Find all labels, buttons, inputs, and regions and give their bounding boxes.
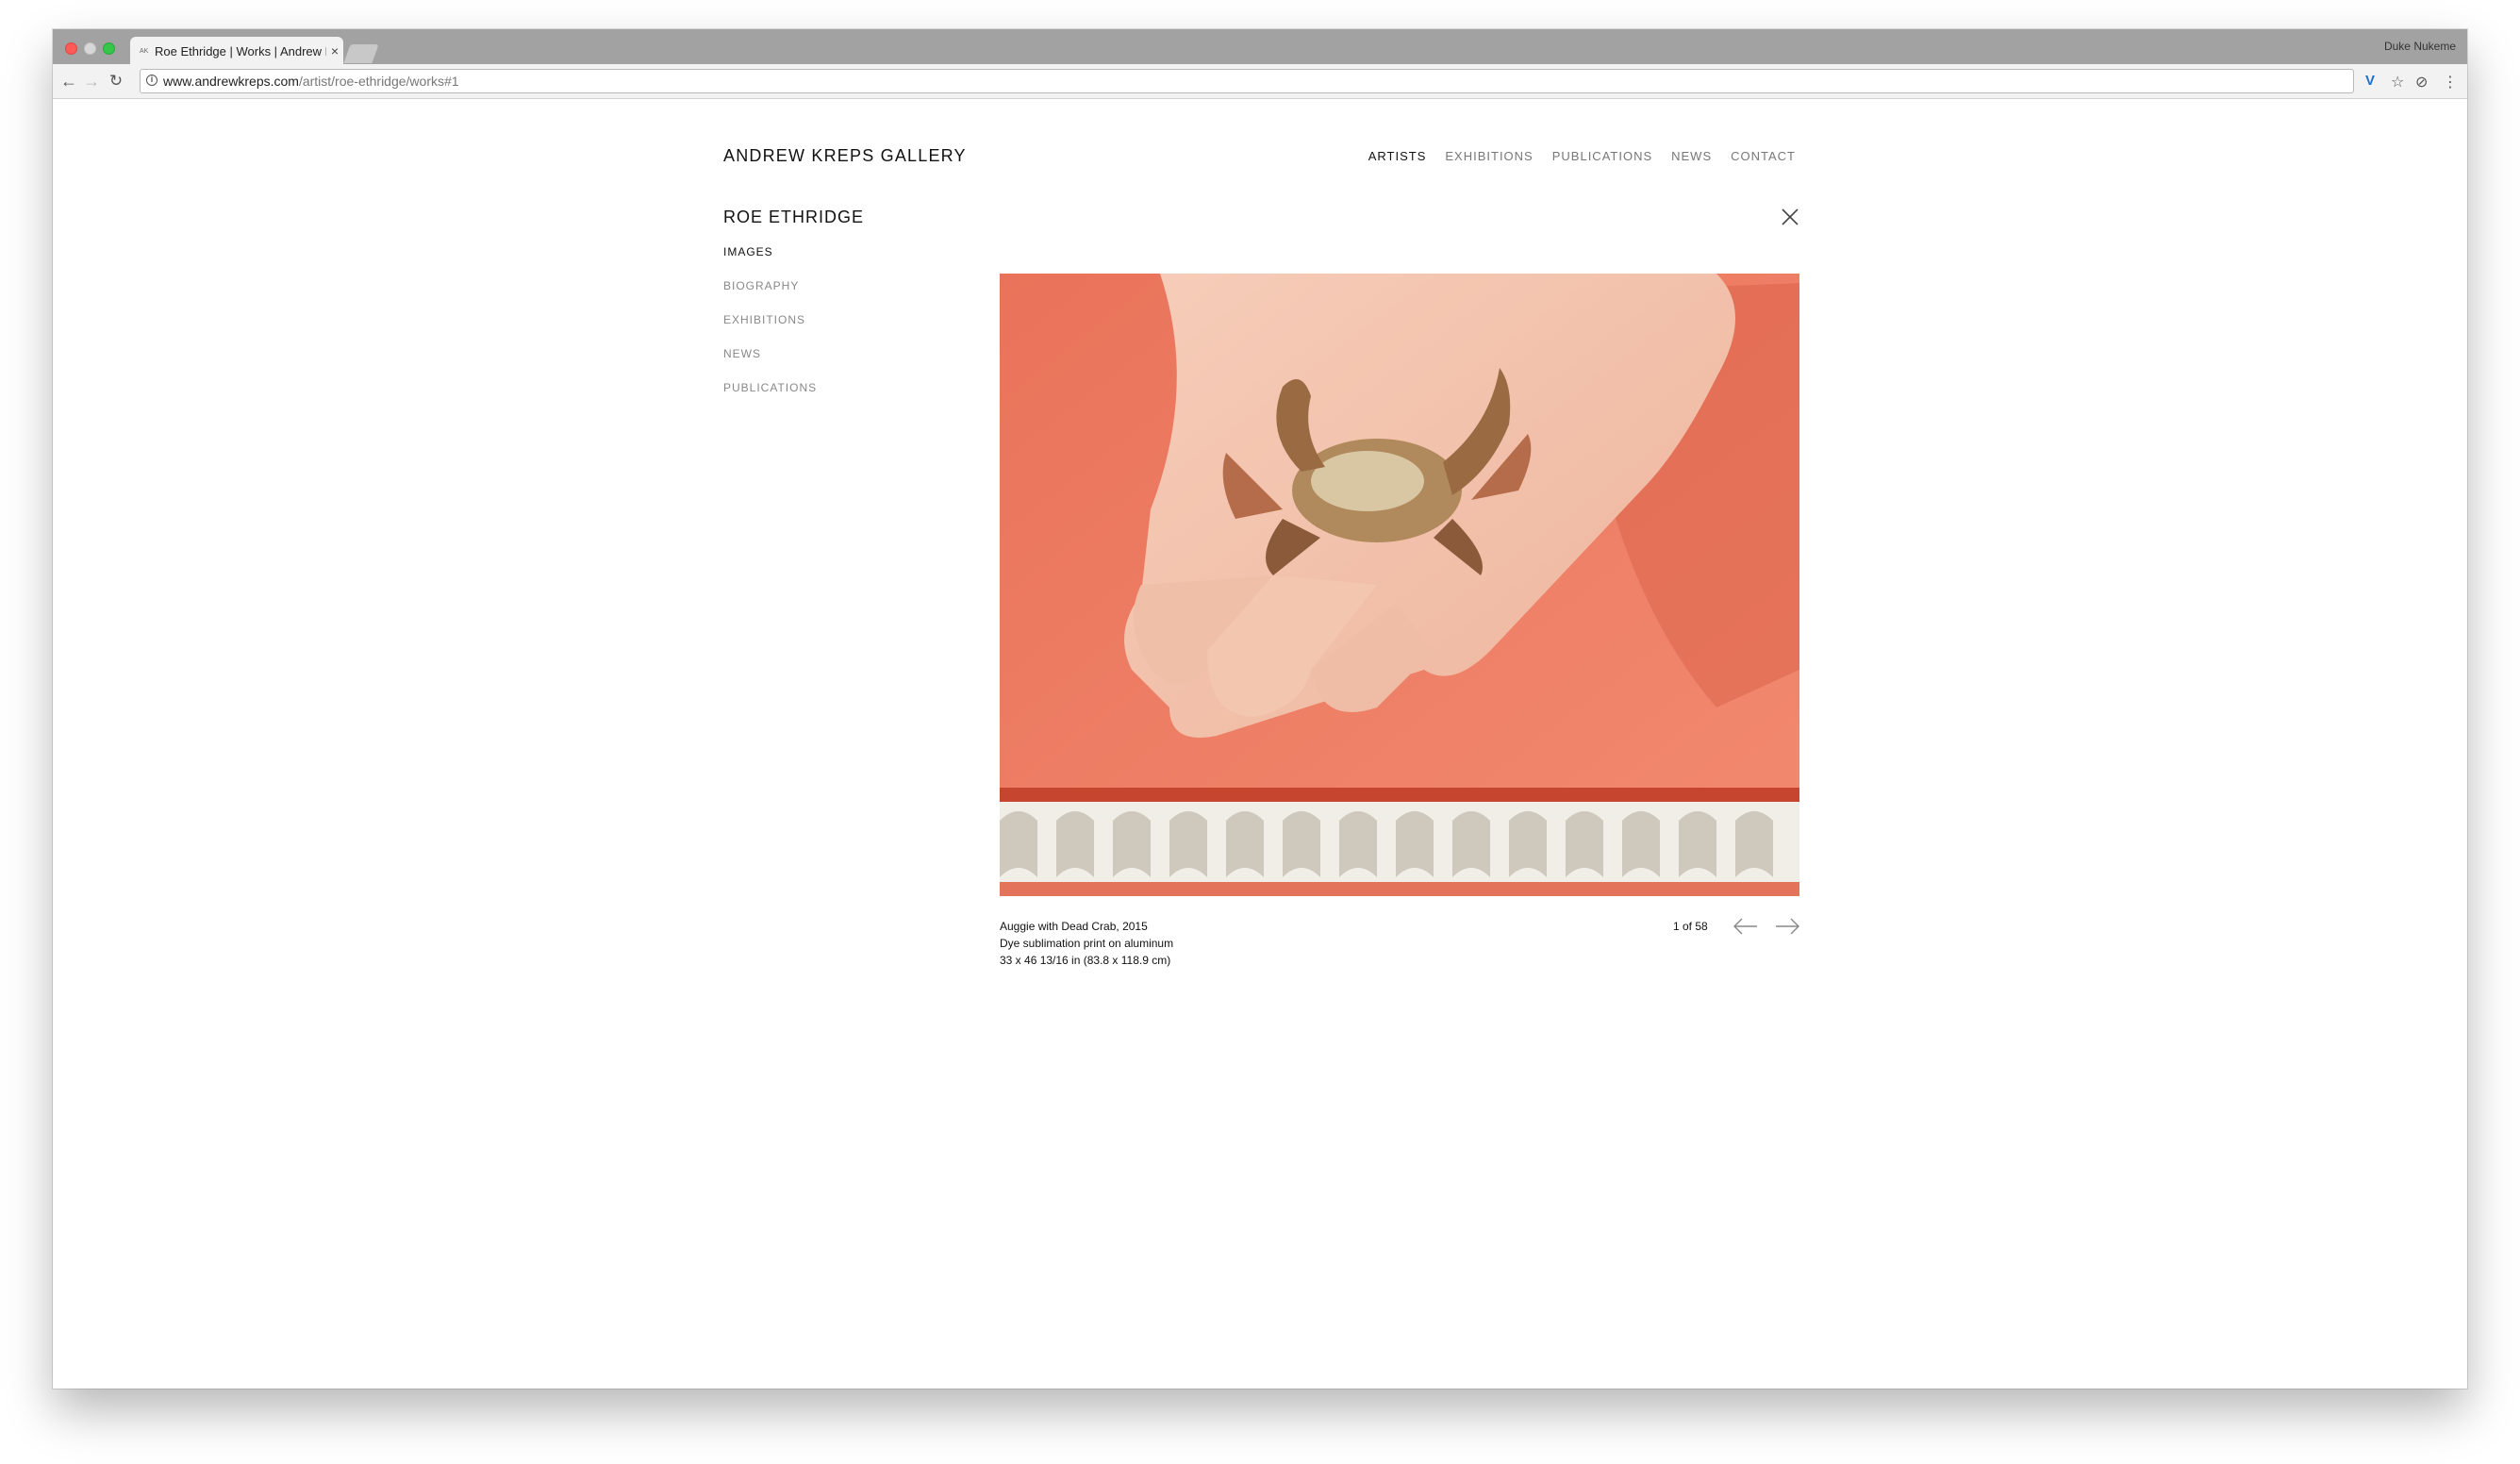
subnav-publications[interactable]: PUBLICATIONS bbox=[723, 381, 817, 415]
artwork-image[interactable] bbox=[1000, 274, 1799, 896]
tab-title: Roe Ethridge | Works | Andrew Kreps Gall… bbox=[155, 43, 326, 58]
address-bar[interactable]: i www.andrewkreps.com/artist/roe-ethridg… bbox=[140, 69, 2354, 93]
subnav-news[interactable]: NEWS bbox=[723, 347, 817, 381]
subnav-images[interactable]: IMAGES bbox=[723, 245, 817, 279]
reload-icon[interactable]: ↻ bbox=[106, 71, 126, 92]
artwork-title: Auggie with Dead Crab, 2015 bbox=[1000, 920, 1148, 933]
subnav-exhibitions[interactable]: EXHIBITIONS bbox=[723, 313, 817, 347]
artwork-caption: Auggie with Dead Crab, 2015 Dye sublimat… bbox=[1000, 918, 1173, 969]
browser-tab[interactable]: AK Roe Ethridge | Works | Andrew Kreps G… bbox=[130, 37, 343, 65]
close-icon[interactable] bbox=[1779, 206, 1801, 228]
maximize-window-button[interactable] bbox=[103, 42, 115, 55]
nav-publications[interactable]: PUBLICATIONS bbox=[1552, 149, 1652, 163]
favicon-icon: AK bbox=[140, 47, 149, 55]
info-icon[interactable]: i bbox=[146, 75, 158, 86]
artist-name: ROE ETHRIDGE bbox=[723, 208, 865, 226]
main-nav: ARTISTS EXHIBITIONS PUBLICATIONS NEWS CO… bbox=[1368, 149, 1796, 163]
artwork-dimensions: 33 x 46 13/16 in (83.8 x 118.9 cm) bbox=[1000, 954, 1171, 967]
menu-dots-icon[interactable]: ⋮ bbox=[2443, 73, 2458, 92]
nav-news[interactable]: NEWS bbox=[1671, 149, 1712, 163]
artwork-medium: Dye sublimation print on aluminum bbox=[1000, 937, 1174, 950]
subnav-biography[interactable]: BIOGRAPHY bbox=[723, 279, 817, 313]
nav-exhibitions[interactable]: EXHIBITIONS bbox=[1445, 149, 1533, 163]
forward-arrow-icon[interactable]: → bbox=[81, 71, 102, 92]
minimize-window-button[interactable] bbox=[84, 42, 96, 55]
browser-toolbar: ← → ↻ i www.andrewkreps.com/artist/roe-e… bbox=[53, 64, 2467, 99]
previous-arrow-icon[interactable] bbox=[1733, 917, 1758, 936]
next-arrow-icon[interactable] bbox=[1775, 917, 1799, 936]
back-arrow-icon[interactable]: ← bbox=[58, 71, 79, 92]
nav-contact[interactable]: CONTACT bbox=[1731, 149, 1796, 163]
browser-window: AK Roe Ethridge | Works | Andrew Kreps G… bbox=[53, 29, 2467, 1389]
extension-sync-icon[interactable]: ⊘ bbox=[2415, 73, 2428, 92]
artist-subnav: IMAGES BIOGRAPHY EXHIBITIONS NEWS PUBLIC… bbox=[723, 245, 817, 415]
nav-artists[interactable]: ARTISTS bbox=[1368, 149, 1427, 163]
tab-close-icon[interactable]: × bbox=[326, 43, 343, 58]
new-tab-button[interactable] bbox=[343, 44, 379, 63]
url-host: www.andrewkreps.com bbox=[163, 74, 299, 89]
extension-v-icon[interactable]: V bbox=[2365, 73, 2375, 89]
tab-strip: AK Roe Ethridge | Works | Andrew Kreps G… bbox=[53, 29, 2467, 65]
website: ANDREW KREPS GALLERY ARTISTS EXHIBITIONS… bbox=[53, 99, 2467, 1389]
image-counter: 1 of 58 bbox=[1673, 920, 1708, 933]
artwork-illustration bbox=[1000, 274, 1799, 896]
gallery-logo[interactable]: ANDREW KREPS GALLERY bbox=[723, 146, 967, 166]
close-window-button[interactable] bbox=[65, 42, 77, 55]
profile-name[interactable]: Duke Nukeme bbox=[2384, 40, 2456, 53]
url-path: /artist/roe-ethridge/works#1 bbox=[298, 74, 459, 89]
bookmark-star-icon[interactable]: ☆ bbox=[2391, 73, 2404, 92]
